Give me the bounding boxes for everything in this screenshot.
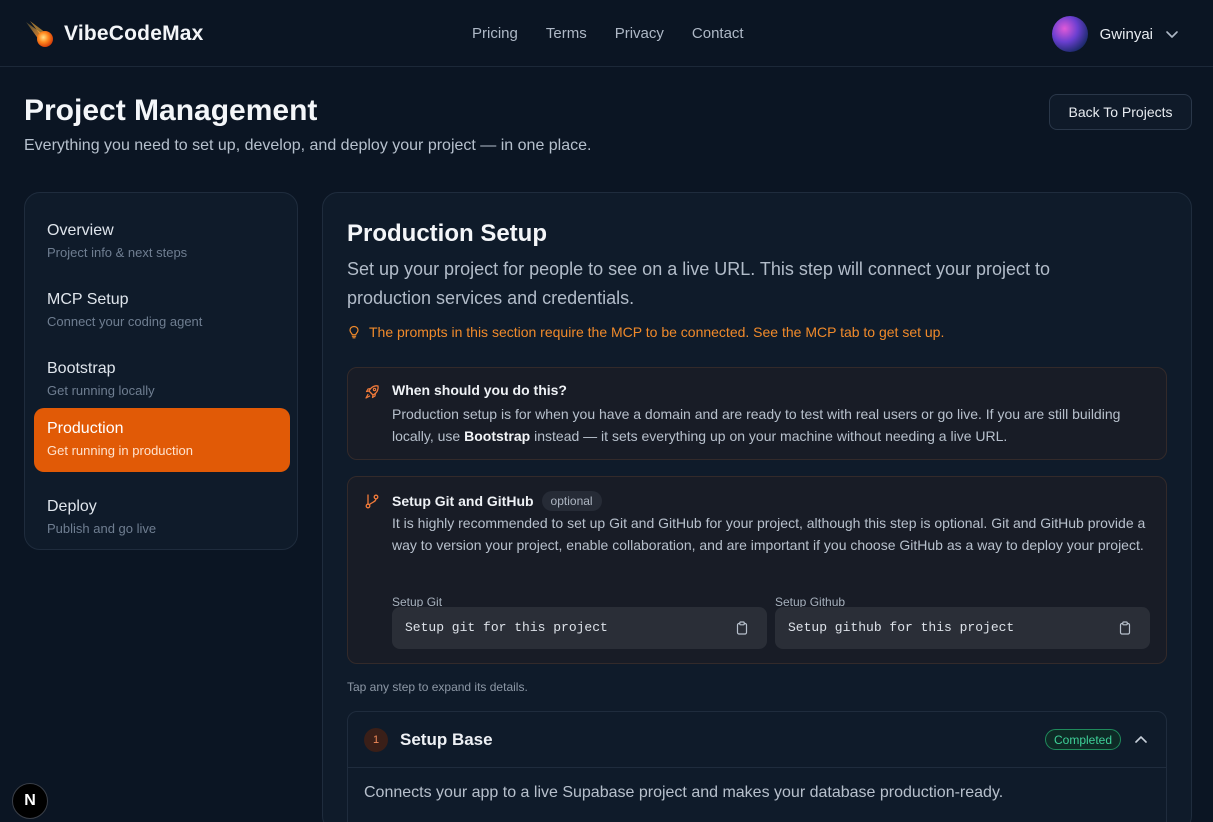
comet-icon — [26, 21, 53, 47]
sidebar-item-title: Overview — [47, 222, 114, 239]
user-name: Gwinyai — [1099, 25, 1153, 43]
sidebar-item-desc: Project info & next steps — [47, 245, 188, 260]
sidebar-item-deploy[interactable]: Deploy Publish and go live — [34, 486, 290, 550]
user-menu[interactable]: Gwinyai — [1051, 16, 1179, 52]
clipboard-icon[interactable] — [735, 621, 749, 635]
page-title: Project Management — [24, 94, 318, 127]
sidebar-item-production[interactable]: Production Get running in production — [34, 408, 290, 472]
sidebar-item-desc: Get running locally — [47, 383, 155, 398]
expand-hint: Tap any step to expand its details. — [347, 680, 528, 694]
sidebar-item-mcp-setup[interactable]: MCP Setup Connect your coding agent — [34, 279, 290, 343]
clipboard-icon[interactable] — [1118, 621, 1132, 635]
sidebar-item-title: Deploy — [47, 498, 97, 515]
step-header[interactable]: 1 Setup Base Completed — [348, 712, 1166, 768]
nav-contact[interactable]: Contact — [692, 25, 744, 42]
production-setup-panel: Production Setup Set up your project for… — [322, 192, 1192, 822]
when-text-after: instead — it sets everything up on your … — [530, 428, 1008, 444]
chevron-down-icon — [1166, 31, 1178, 38]
brand[interactable]: VibeCodeMax — [24, 18, 204, 50]
setup-git-prompt-text: Setup git for this project — [405, 620, 608, 635]
sidebar-item-desc: Get running in production — [47, 443, 193, 458]
main-nav: Pricing Terms Privacy Contact — [472, 25, 744, 42]
git-card-title: Setup Git and GitHub optional — [392, 491, 602, 511]
bootstrap-link[interactable]: Bootstrap — [464, 428, 530, 444]
section-description: Set up your project for people to see on… — [347, 259, 1051, 308]
nav-privacy[interactable]: Privacy — [615, 25, 664, 42]
project-sidebar: Overview Project info & next steps MCP S… — [24, 192, 298, 550]
sidebar-item-overview[interactable]: Overview Project info & next steps — [34, 210, 290, 274]
brand-name: VibeCodeMax — [64, 22, 204, 45]
completed-badge: Completed — [1045, 729, 1122, 750]
optional-badge: optional — [541, 491, 602, 511]
section-title: Production Setup — [347, 220, 547, 247]
lightbulb-icon — [349, 325, 359, 339]
back-to-projects-button[interactable]: Back To Projects — [1049, 94, 1192, 130]
page-subtitle: Everything you need to set up, develop, … — [24, 137, 592, 154]
sidebar-item-title: Production — [47, 420, 124, 437]
when-card-title: When should you do this? — [392, 382, 567, 398]
git-card-body: It is highly recommended to set up Git a… — [392, 515, 1146, 553]
when-card: When should you do this? Production setu… — [347, 367, 1167, 460]
rocket-icon — [365, 385, 379, 399]
nav-terms[interactable]: Terms — [546, 25, 587, 42]
setup-github-prompt-text: Setup github for this project — [788, 620, 1015, 635]
sidebar-item-desc: Connect your coding agent — [47, 314, 203, 329]
sidebar-item-bootstrap[interactable]: Bootstrap Get running locally — [34, 348, 290, 412]
when-card-body: Production setup is for when you have a … — [392, 403, 1154, 447]
setup-git-prompt[interactable]: Setup git for this project — [392, 607, 767, 649]
chevron-up-icon[interactable] — [1134, 733, 1148, 747]
step-title: Setup Base — [400, 730, 493, 749]
when-card-title-text: When should you do this? — [392, 382, 567, 398]
git-card-title-text: Setup Git and GitHub — [392, 493, 534, 509]
sidebar-item-title: MCP Setup — [47, 291, 129, 308]
nav-pricing[interactable]: Pricing — [472, 25, 518, 42]
sidebar-item-desc: Publish and go live — [47, 521, 157, 536]
git-branch-icon — [365, 494, 379, 509]
mcp-warning: The prompts in this section require the … — [347, 324, 944, 340]
avatar — [1051, 16, 1088, 52]
step-description: Connects your app to a live Supabase pro… — [364, 784, 1004, 801]
step-number: 1 — [364, 728, 388, 752]
setup-github-prompt[interactable]: Setup github for this project — [775, 607, 1150, 649]
step-setup-base: 1 Setup Base Completed Connects your app… — [347, 711, 1167, 822]
top-navbar: VibeCodeMax Pricing Terms Privacy Contac… — [0, 0, 1213, 67]
git-github-card: Setup Git and GitHub optional It is high… — [347, 476, 1167, 664]
mcp-warning-text: The prompts in this section require the … — [369, 324, 945, 340]
nextjs-dev-badge[interactable]: N — [12, 783, 48, 819]
sidebar-item-title: Bootstrap — [47, 360, 116, 377]
